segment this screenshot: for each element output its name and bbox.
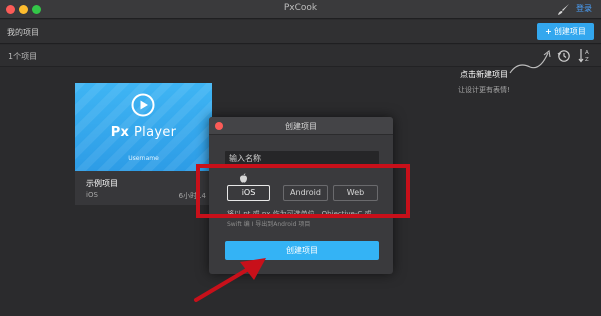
- thumbnail-username: Username: [128, 155, 159, 162]
- svg-text:A: A: [585, 50, 589, 56]
- plus-icon: +: [545, 27, 552, 36]
- project-header: 我的项目 + 创建项目: [0, 20, 601, 44]
- annotation-arrow-icon: [194, 258, 266, 302]
- project-platform: iOS: [86, 191, 98, 199]
- new-project-label: 创建项目: [553, 27, 586, 36]
- project-count: 1个项目: [8, 52, 38, 61]
- dialog-header: 创建项目: [209, 117, 393, 135]
- hint-arrow-icon: [509, 49, 551, 74]
- my-projects-label: 我的项目: [7, 28, 39, 37]
- unit-description-secondary: Swift 编 I 导出到Android 项目: [227, 221, 311, 228]
- project-thumbnail: Px Player Username: [75, 83, 212, 171]
- title-bar: PxCook 登录: [0, 0, 601, 19]
- thumbnail-title: Px Player: [110, 125, 177, 140]
- svg-text:Z: Z: [585, 57, 589, 63]
- login-link[interactable]: 登录: [576, 3, 592, 14]
- hint-title: 点击新建项目: [460, 70, 508, 79]
- annotation-highlight-box: [196, 164, 410, 218]
- new-project-button[interactable]: + 创建项目: [537, 23, 594, 40]
- sort-icon[interactable]: A Z: [578, 48, 592, 63]
- brush-icon[interactable]: [557, 3, 570, 16]
- play-icon: [131, 93, 155, 117]
- project-card[interactable]: Px Player Username 示例项目 iOS 6小时14: [75, 83, 212, 205]
- project-name: 示例项目: [86, 179, 118, 188]
- dialog-title: 创建项目: [285, 122, 317, 131]
- app-title: PxCook: [283, 3, 318, 13]
- hint-subtitle: 让设计更有表情!: [458, 86, 510, 94]
- history-icon[interactable]: [557, 49, 571, 63]
